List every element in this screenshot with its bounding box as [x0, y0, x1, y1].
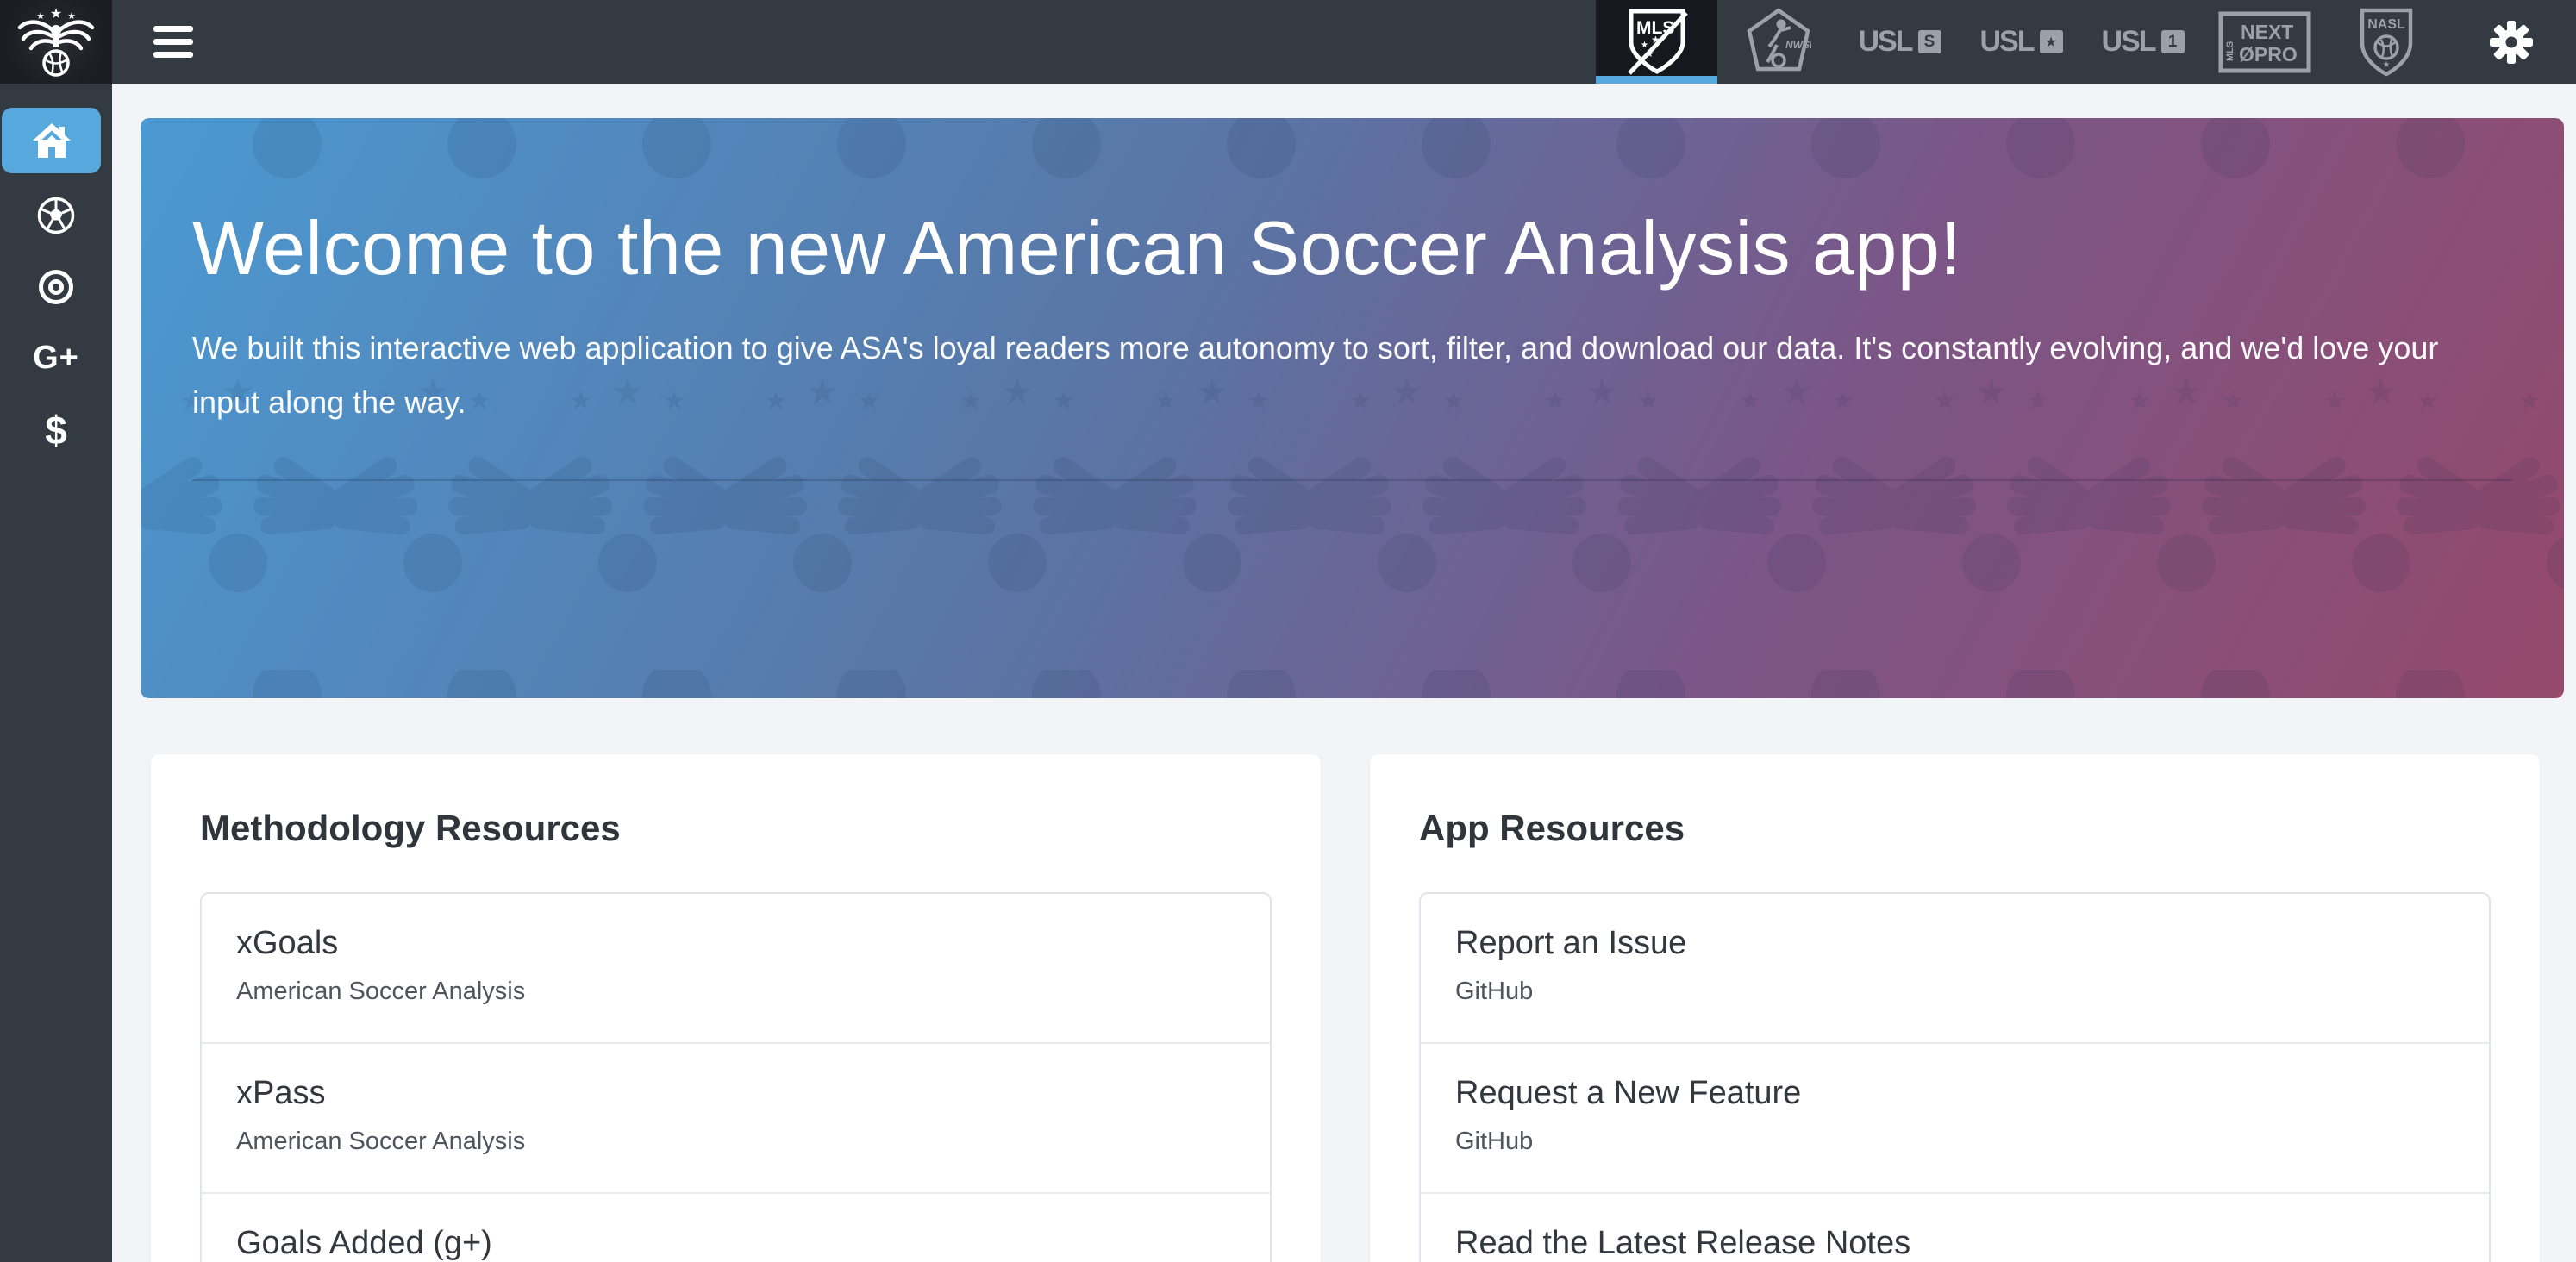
- svg-text:★: ★: [67, 11, 76, 22]
- usl-wordmark: USL: [1859, 25, 1912, 59]
- mls-next-pro-line1: NEXT: [2241, 21, 2293, 43]
- usl-super-league-logo: USL S: [1859, 25, 1941, 59]
- usl-wordmark: USL: [1980, 25, 2034, 59]
- list-item-title: Report an Issue: [1455, 925, 2454, 962]
- mls-next-pro-side-text: MLS: [2225, 41, 2235, 60]
- svg-text:★: ★: [1641, 41, 1648, 50]
- league-tab-usl-super-league[interactable]: USL S: [1839, 0, 1960, 84]
- gear-icon: [2489, 20, 2534, 65]
- card-title: App Resources: [1419, 808, 2491, 849]
- left-sidebar: G+ $: [0, 84, 112, 1262]
- list-item-subtitle: American Soccer Analysis: [236, 1128, 1235, 1156]
- hero-title: Welcome to the new American Soccer Analy…: [192, 201, 2512, 296]
- bullseye-icon: [39, 270, 73, 304]
- league-tab-mls[interactable]: MLS ★ ★ ★: [1596, 0, 1717, 84]
- mls-next-pro-logo-icon: MLS NEXT ØPRO: [2218, 11, 2311, 73]
- list-item-request-feature[interactable]: Request a New Feature GitHub: [1421, 1042, 2489, 1192]
- mls-next-pro-line2: ØPRO: [2239, 43, 2298, 66]
- resource-cards-row: Methodology Resources xGoals American So…: [151, 754, 2540, 1262]
- hero-content: Welcome to the new American Soccer Analy…: [141, 118, 2564, 481]
- hero-divider: [192, 479, 2512, 481]
- league-tab-bar: MLS ★ ★ ★ NWSL USL S: [1596, 0, 2576, 84]
- welcome-hero-banner: ★ ★ ★: [141, 118, 2564, 698]
- methodology-resources-list: xGoals American Soccer Analysis xPass Am…: [200, 892, 1272, 1262]
- list-item-title: Goals Added (g+): [236, 1225, 1235, 1262]
- svg-text:★: ★: [50, 7, 62, 22]
- list-item-title: xPass: [236, 1075, 1235, 1112]
- list-item-title: Request a New Feature: [1455, 1075, 2454, 1112]
- asa-eagle-icon: ★ ★ ★: [16, 4, 96, 80]
- mls-logo-icon: MLS ★ ★ ★: [1619, 4, 1695, 80]
- app-resources-card: App Resources Report an Issue GitHub Req…: [1370, 754, 2540, 1262]
- league-tab-nasl[interactable]: NASL ★: [2325, 0, 2447, 84]
- sidebar-item-goals-added[interactable]: G+: [0, 322, 112, 394]
- list-item-xgoals[interactable]: xGoals American Soccer Analysis: [202, 894, 1270, 1042]
- g-plus-icon: G+: [33, 340, 79, 377]
- league-tab-usl-championship[interactable]: USL ★: [1960, 0, 2082, 84]
- list-item-goals-added[interactable]: Goals Added (g+) American Soccer Analysi…: [202, 1192, 1270, 1262]
- list-item-title: Read the Latest Release Notes: [1455, 1225, 2454, 1262]
- bullseye-inner: [48, 279, 64, 295]
- league-tab-usl-league-one[interactable]: USL 1: [2082, 0, 2204, 84]
- list-item-title: xGoals: [236, 925, 1235, 962]
- list-item-report-issue[interactable]: Report an Issue GitHub: [1421, 894, 2489, 1042]
- soccer-ball-icon: [36, 196, 76, 235]
- usl-wordmark: USL: [2102, 25, 2155, 59]
- sidebar-item-soccer[interactable]: [0, 179, 112, 251]
- methodology-resources-card: Methodology Resources xGoals American So…: [151, 754, 1321, 1262]
- list-item-subtitle: American Soccer Analysis: [236, 978, 1235, 1006]
- svg-text:★: ★: [36, 11, 45, 22]
- usl-1-badge: 1: [2161, 30, 2185, 53]
- hamburger-bar: [153, 52, 193, 58]
- svg-text:★: ★: [1646, 50, 1654, 59]
- main-content: ★ ★ ★: [112, 84, 2576, 1262]
- nwsl-logo-text: NWSL: [1785, 39, 1811, 51]
- home-icon: [31, 122, 72, 159]
- usl-championship-logo: USL ★: [1980, 25, 2063, 59]
- svg-text:★: ★: [1651, 34, 1660, 46]
- app-root: ★ ★ ★: [0, 0, 2576, 1262]
- hamburger-bar: [153, 26, 193, 32]
- league-tab-mls-next-pro[interactable]: MLS NEXT ØPRO: [2204, 0, 2325, 84]
- list-item-subtitle: GitHub: [1455, 1128, 2454, 1156]
- card-title: Methodology Resources: [200, 808, 1272, 849]
- usl-star-badge: ★: [2040, 30, 2063, 53]
- nwsl-logo-icon: NWSL: [1746, 7, 1811, 78]
- settings-button[interactable]: [2447, 0, 2576, 84]
- app-resources-list: Report an Issue GitHub Request a New Fea…: [1419, 892, 2491, 1262]
- sidebar-item-target[interactable]: [0, 251, 112, 322]
- usl-league-one-logo: USL 1: [2102, 25, 2185, 59]
- usl-s-badge: S: [1918, 30, 1941, 53]
- top-navbar: ★ ★ ★: [0, 0, 2576, 84]
- hamburger-menu-button[interactable]: [148, 21, 198, 63]
- list-item-subtitle: GitHub: [1455, 978, 2454, 1006]
- list-item-release-notes[interactable]: Read the Latest Release Notes GitHub: [1421, 1192, 2489, 1262]
- sidebar-item-salaries[interactable]: $: [0, 394, 112, 465]
- asa-eagle-crest-logo[interactable]: ★ ★ ★: [0, 0, 112, 84]
- league-tab-nwsl[interactable]: NWSL: [1717, 0, 1839, 84]
- list-item-xpass[interactable]: xPass American Soccer Analysis: [202, 1042, 1270, 1192]
- hero-description: We built this interactive web applicatio…: [192, 322, 2485, 429]
- hamburger-bar: [153, 39, 193, 45]
- nasl-logo-icon: NASL ★: [2355, 5, 2417, 79]
- svg-text:★: ★: [2382, 60, 2390, 70]
- nasl-logo-text: NASL: [2367, 17, 2405, 32]
- dollar-icon: $: [45, 407, 67, 453]
- sidebar-item-home[interactable]: [2, 108, 101, 173]
